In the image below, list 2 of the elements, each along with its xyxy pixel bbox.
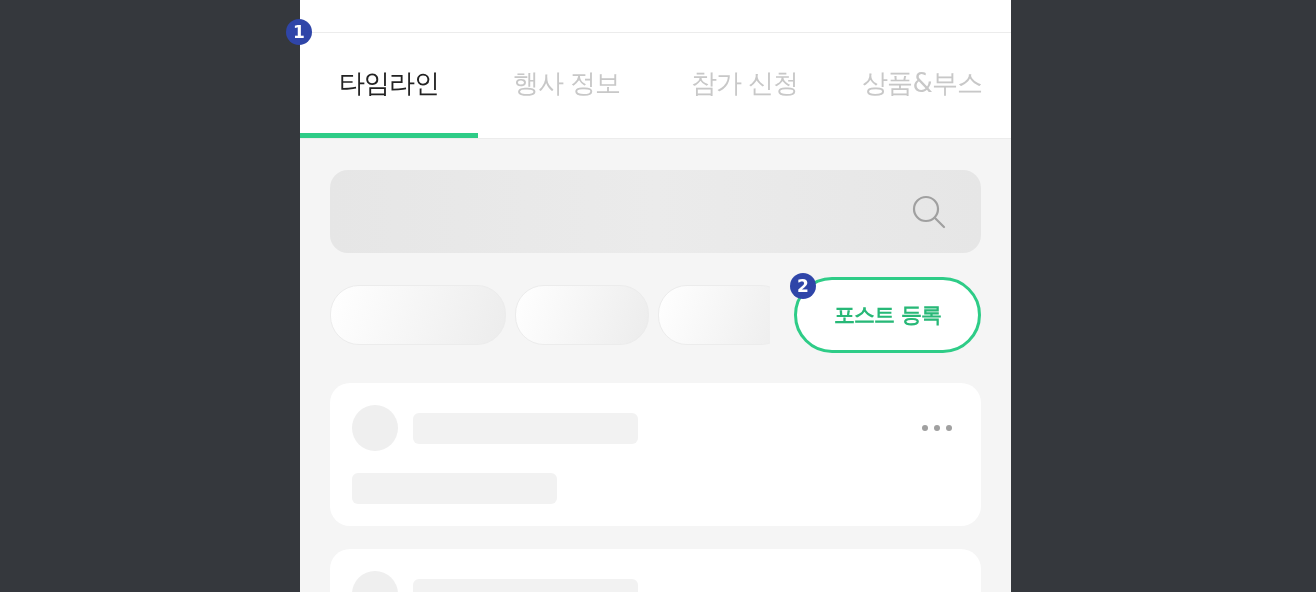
step-marker: 2 (790, 272, 816, 299)
step-marker: 1 (286, 19, 312, 45)
